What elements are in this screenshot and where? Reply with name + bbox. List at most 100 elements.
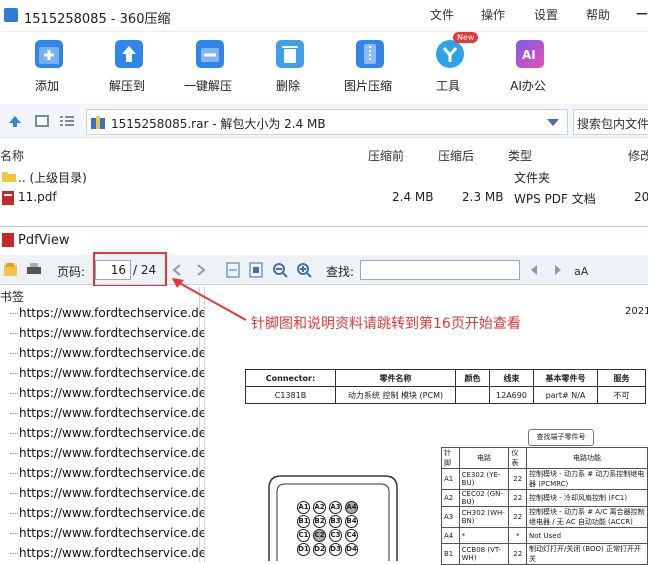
connector-pin: D3	[329, 543, 342, 556]
file-size-after: 2.3 MB	[462, 190, 504, 204]
pin-table-row: B1 CCB08 (VT-WH) 22 制动灯打开/关闭 (BOO) 正常打开开关	[441, 543, 648, 565]
pin-table-cell: A1	[441, 468, 460, 490]
connector-pin: A3	[329, 501, 342, 514]
td-part-name: 动力系统 控制 模块 (PCM)	[335, 386, 456, 404]
view-thumbnail-icon[interactable]	[35, 115, 49, 127]
bookmark-item[interactable]: https://www.fordtechservice.de	[19, 346, 206, 360]
bookmark-sidebar: 书签 https://www.fordtechservice.de https:/…	[0, 286, 206, 562]
tools-button[interactable]: New 工具	[413, 32, 483, 98]
connector-pin: B1	[297, 515, 310, 528]
td-color	[455, 386, 490, 404]
td-service: 不可	[597, 386, 646, 404]
trash-icon	[276, 40, 304, 68]
col-modified[interactable]: 修改	[628, 147, 648, 164]
pin-function-table: 针脚 电路 仪表 电路功能 A1 CE302 (YE-BU) 22 控制模块 - 动力…	[441, 447, 648, 565]
menu-settings[interactable]: 设置	[534, 6, 558, 23]
fit-page-icon[interactable]	[248, 262, 264, 278]
th-harness: 线束	[489, 369, 534, 387]
bookmark-item[interactable]: https://www.fordtechservice.de	[19, 546, 206, 560]
find-label: 查找:	[326, 265, 355, 279]
pin-table-cell: 22	[508, 506, 528, 528]
annotation-arrow	[172, 278, 247, 321]
menu-operate[interactable]: 操作	[481, 6, 505, 23]
pdfview-title: PdfView	[18, 233, 70, 248]
page-input-highlight	[93, 252, 167, 287]
file-type: WPS PDF 文档	[514, 192, 596, 206]
find-next-icon[interactable]	[550, 262, 566, 278]
connector-pin: C1	[297, 529, 310, 542]
doc-date: 2021/	[625, 306, 648, 317]
bookmark-tree-line	[10, 413, 18, 414]
extract-to-button[interactable]: 解压到	[92, 32, 162, 98]
bookmark-item[interactable]: https://www.fordtechservice.de	[19, 446, 206, 460]
new-badge: New	[453, 32, 479, 43]
pin-table-cell: Not Used	[526, 527, 648, 544]
extract-to-label: 解压到	[108, 79, 145, 93]
pin-table-cell: CCB08 (VT-WH)	[458, 543, 510, 565]
th-base-part: 基本零件号	[533, 369, 598, 387]
image-compress-label: 图片压缩	[343, 79, 392, 93]
td-harness: 12A690	[489, 386, 534, 404]
file-row-pdf[interactable]: 11.pdf 2.4 MB 2.3 MB WPS PDF 文档 20	[0, 188, 648, 208]
one-click-extract-button[interactable]: 一键解压	[173, 32, 243, 98]
bookmark-tree-line	[10, 433, 18, 434]
minimize-button[interactable]: —	[636, 6, 648, 20]
address-field[interactable]: 1515258085.rar - 解包大小为 2.4 MB	[86, 109, 568, 135]
svg-text:aA: aA	[574, 265, 589, 278]
bookmark-tree-line	[10, 513, 18, 514]
pin-table-cell: 22	[508, 468, 528, 490]
ai-office-button[interactable]: AI AI办公	[493, 32, 563, 98]
pin-table-cell: *	[508, 527, 528, 544]
print-icon[interactable]	[26, 262, 42, 278]
pin-table-cell: A2	[441, 489, 460, 507]
pin-table-cell: CEC02 (GN-BU)	[458, 489, 510, 507]
one-click-extract-icon	[196, 40, 224, 68]
find-input[interactable]	[360, 260, 520, 280]
add-button[interactable]: 添加	[12, 32, 82, 98]
bookmark-item[interactable]: https://www.fordtechservice.de	[19, 466, 206, 480]
col-type[interactable]: 类型	[508, 147, 532, 164]
th-service: 服务	[597, 369, 646, 387]
connector-pin: A4	[345, 501, 358, 514]
pin-table-cell: CH302 (WH-BN)	[458, 506, 510, 528]
tools-icon	[436, 40, 464, 68]
bookmark-item[interactable]: https://www.fordtechservice.de	[19, 486, 206, 500]
file-row-parent[interactable]: .. (上级目录) 文件夹	[0, 167, 648, 187]
connector-pin: B4	[345, 515, 358, 528]
bookmark-item[interactable]: https://www.fordtechservice.de	[19, 386, 206, 400]
bookmark-item[interactable]: https://www.fordtechservice.de	[19, 426, 206, 440]
up-arrow-icon[interactable]	[8, 114, 22, 128]
th-gauge: 仪表	[508, 447, 528, 469]
pin-table-cell: A3	[441, 506, 460, 528]
view-list-icon[interactable]	[60, 115, 74, 127]
archive-search-input[interactable]: 搜索包内文件	[573, 109, 648, 135]
bookmark-item[interactable]: https://www.fordtechservice.de	[19, 506, 206, 520]
col-before[interactable]: 压缩前	[368, 147, 404, 164]
col-after[interactable]: 压缩后	[438, 147, 474, 164]
find-terminal-part-button[interactable]: 查找端子零件号	[528, 429, 594, 446]
bookmark-tree-line	[10, 333, 18, 334]
image-compress-icon	[356, 40, 384, 68]
connector-table: Connector: 零件名称 颜色 线束 基本零件号 服务 C1381B 动力…	[245, 369, 646, 404]
bookmark-item[interactable]: https://www.fordtechservice.de	[19, 326, 206, 340]
pin-table-cell: 控制模块 - 动力系 # 动力系控制继电器 (PCMRC)	[526, 468, 648, 490]
zoom-in-icon[interactable]	[296, 262, 312, 278]
match-case-icon[interactable]: aA	[574, 262, 590, 278]
dropdown-caret-icon[interactable]	[547, 119, 559, 126]
pin-table-cell: 22	[508, 543, 528, 565]
ai-office-icon: AI	[516, 40, 544, 68]
pin-table-cell: A4	[441, 527, 460, 544]
bookmark-item[interactable]: https://www.fordtechservice.de	[19, 406, 206, 420]
menu-help[interactable]: 帮助	[586, 6, 610, 23]
connector-pin: C3	[329, 529, 342, 542]
bookmark-item[interactable]: https://www.fordtechservice.de	[19, 526, 206, 540]
col-name[interactable]: 名称	[0, 147, 24, 164]
zoom-out-icon[interactable]	[272, 262, 288, 278]
open-file-icon[interactable]	[3, 262, 19, 278]
bookmark-item[interactable]: https://www.fordtechservice.de	[19, 366, 206, 380]
find-prev-icon[interactable]	[526, 262, 542, 278]
image-compress-button[interactable]: 图片压缩	[333, 32, 403, 98]
td-base-part: part# N/A	[533, 386, 598, 404]
delete-button[interactable]: 删除	[253, 32, 323, 98]
menu-file[interactable]: 文件	[430, 6, 454, 23]
